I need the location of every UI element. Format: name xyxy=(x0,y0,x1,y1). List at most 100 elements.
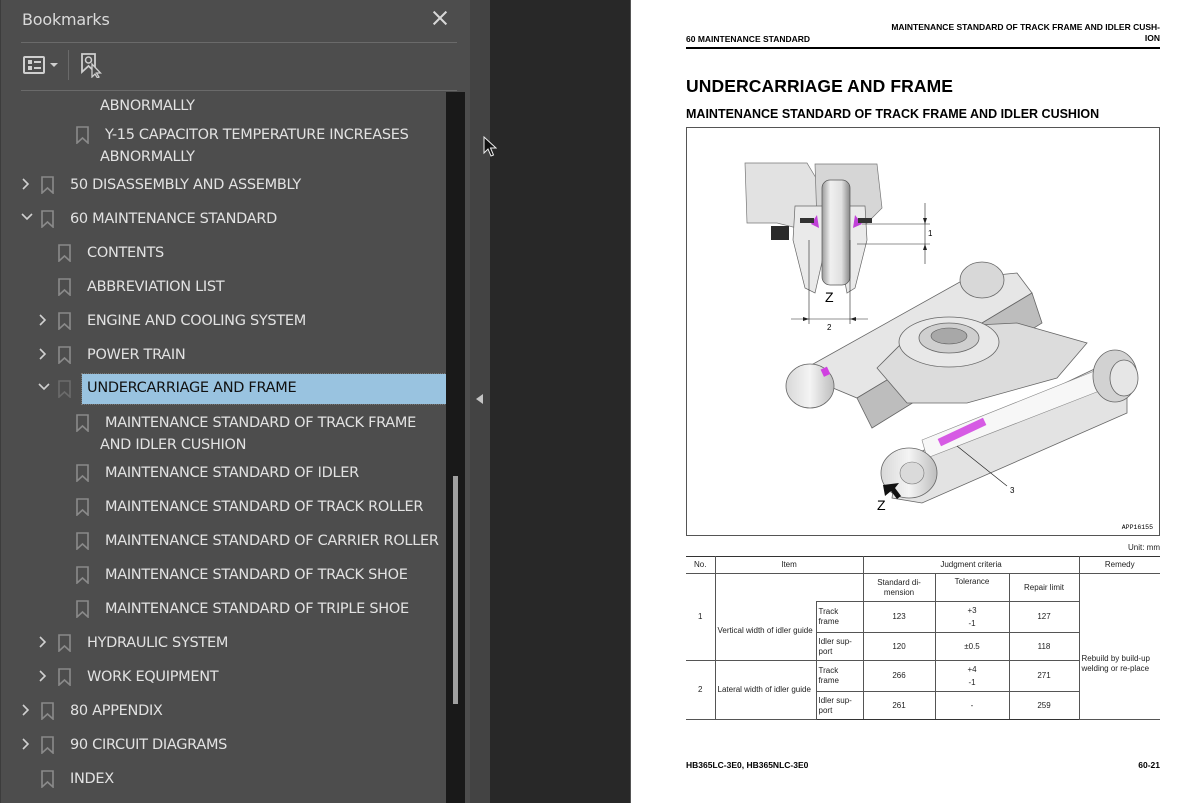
bookmark-item[interactable]: MAINTENANCE STANDARD OF TRIPLE SHOE xyxy=(1,592,446,626)
bookmark-label-continued[interactable]: AND IDLER CUSHION xyxy=(100,434,246,456)
callout-1: 1 xyxy=(928,229,933,238)
bookmark-label[interactable]: POWER TRAIN xyxy=(87,344,186,366)
col-header-repair: Repair limit xyxy=(1008,573,1080,602)
bookmark-label[interactable]: 50 DISASSEMBLY AND ASSEMBLY xyxy=(70,174,301,196)
technical-illustration: 1 2 Z 3 Z APP16155 xyxy=(686,127,1160,536)
bookmark-label[interactable]: ABBREVIATION LIST xyxy=(87,276,225,298)
bookmark-item[interactable]: HYDRAULIC SYSTEM xyxy=(1,626,446,660)
scrollbar-thumb[interactable] xyxy=(453,476,458,704)
view-label-z: Z xyxy=(877,497,886,513)
bookmark-label[interactable]: ENGINE AND COOLING SYSTEM xyxy=(87,310,306,332)
bookmark-item[interactable]: WORK EQUIPMENT xyxy=(1,660,446,694)
bookmark-icon xyxy=(41,736,54,755)
standard-value: 266 xyxy=(862,660,936,692)
bookmark-item[interactable]: ENGINE AND COOLING SYSTEM xyxy=(1,304,446,338)
bookmark-item[interactable]: UNDERCARRIAGE AND FRAME xyxy=(1,372,446,406)
chevron-down-icon xyxy=(50,63,58,67)
row-no: 2 xyxy=(686,660,716,720)
tolerance-plus: +3 xyxy=(967,605,977,615)
bookmark-icon xyxy=(58,312,71,331)
bookmark-item[interactable]: MAINTENANCE STANDARD OF CARRIER ROLLER xyxy=(1,524,446,558)
bookmark-item[interactable]: ABBREVIATION LIST xyxy=(1,270,446,304)
bookmark-icon xyxy=(58,380,71,399)
bookmark-icon xyxy=(76,126,89,145)
bookmark-icon xyxy=(58,244,71,263)
close-icon[interactable] xyxy=(430,8,450,28)
remedy-cell: Rebuild by build-up welding or re-place xyxy=(1078,573,1160,720)
bookmark-item[interactable]: MAINTENANCE STANDARD OF TRACK SHOE xyxy=(1,558,446,592)
chevron-down-icon[interactable] xyxy=(38,372,52,406)
bookmark-item[interactable]: ABNORMALLY xyxy=(1,94,446,118)
bookmark-label[interactable]: 80 APPENDIX xyxy=(70,700,163,722)
chevron-right-icon[interactable] xyxy=(38,660,52,694)
bookmark-label[interactable]: MAINTENANCE STANDARD OF TRACK SHOE xyxy=(105,564,408,586)
panel-title: Bookmarks xyxy=(22,10,110,29)
vertical-scrollbar[interactable] xyxy=(446,92,465,803)
standard-value: 123 xyxy=(862,601,936,633)
bookmark-item[interactable]: CONTENTS xyxy=(1,236,446,270)
bookmark-icon xyxy=(41,702,54,721)
page-number: 60-21 xyxy=(1138,760,1160,770)
bookmark-label[interactable]: WORK EQUIPMENT xyxy=(87,666,219,688)
bookmark-label[interactable]: MAINTENANCE STANDARD OF CARRIER ROLLER xyxy=(105,530,439,552)
bookmark-label[interactable]: CONTENTS xyxy=(87,242,164,264)
bookmark-label[interactable]: MAINTENANCE STANDARD OF TRACK ROLLER xyxy=(105,496,423,518)
chevron-down-icon[interactable] xyxy=(21,202,35,236)
chevron-right-icon[interactable] xyxy=(38,304,52,338)
chevron-right-icon[interactable] xyxy=(21,168,35,202)
bookmark-item[interactable]: POWER TRAIN xyxy=(1,338,446,372)
bookmark-label[interactable]: 90 CIRCUIT DIAGRAMS xyxy=(70,734,227,756)
bookmark-label[interactable]: 60 MAINTENANCE STANDARD xyxy=(70,208,277,230)
tolerance-value: - xyxy=(934,691,1010,720)
chevron-right-icon[interactable] xyxy=(21,728,35,762)
bookmark-item[interactable]: MAINTENANCE STANDARD OF TRACK FRAME AND I… xyxy=(1,406,446,456)
running-header-section: 60 MAINTENANCE STANDARD xyxy=(686,34,811,44)
bookmark-label[interactable]: Y-15 CAPACITOR TEMPERATURE INCREASES xyxy=(105,124,409,146)
bookmark-item[interactable]: 90 CIRCUIT DIAGRAMS xyxy=(1,728,446,762)
col-header-standard: Standard di- mension xyxy=(862,573,936,602)
bookmark-label[interactable]: MAINTENANCE STANDARD OF IDLER xyxy=(105,462,359,484)
chevron-right-icon[interactable] xyxy=(21,694,35,728)
triangle-left-icon[interactable] xyxy=(476,394,483,404)
bookmark-label[interactable]: ABNORMALLY xyxy=(100,95,195,117)
figure-id: APP16155 xyxy=(1121,524,1153,531)
bookmark-label[interactable]: UNDERCARRIAGE AND FRAME xyxy=(81,373,446,405)
bookmark-icon xyxy=(76,600,89,619)
standard-value: 120 xyxy=(862,632,936,661)
tolerance-plus: +4 xyxy=(967,664,977,674)
bookmark-item[interactable]: 60 MAINTENANCE STANDARD xyxy=(1,202,446,236)
undercarriage-drawing: 1 2 Z 3 Z xyxy=(744,162,1139,513)
bookmark-item[interactable]: 80 APPENDIX xyxy=(1,694,446,728)
bookmark-item[interactable]: MAINTENANCE STANDARD OF TRACK ROLLER xyxy=(1,490,446,524)
chevron-right-icon[interactable] xyxy=(38,626,52,660)
bookmark-label[interactable]: INDEX xyxy=(70,768,114,790)
bookmark-item[interactable]: Y-15 CAPACITOR TEMPERATURE INCREASES ABNO… xyxy=(1,118,446,168)
col-header-judgment: Judgment criteria xyxy=(862,556,1080,574)
bookmark-item[interactable]: INDEX xyxy=(1,762,446,796)
footer-model: HB365LC-3E0, HB365NLC-3E0 xyxy=(686,760,809,770)
bookmark-item[interactable]: 50 DISASSEMBLY AND ASSEMBLY xyxy=(1,168,446,202)
header-text: Standard di- mension xyxy=(877,577,921,597)
bookmark-label[interactable]: HYDRAULIC SYSTEM xyxy=(87,632,228,654)
bookmark-item[interactable]: MAINTENANCE STANDARD OF IDLER xyxy=(1,456,446,490)
bookmark-label[interactable]: MAINTENANCE STANDARD OF TRIPLE SHOE xyxy=(105,598,409,620)
view-label-z: Z xyxy=(825,289,834,305)
find-current-bookmark-button[interactable] xyxy=(79,52,105,79)
bookmark-label[interactable]: MAINTENANCE STANDARD OF TRACK FRAME xyxy=(105,412,416,434)
bookmark-icon xyxy=(58,668,71,687)
track-frame-assembly: 3 Z xyxy=(785,261,1139,513)
repair-limit-value: 127 xyxy=(1008,601,1080,633)
find-current-bookmark-icon xyxy=(81,53,103,79)
bookmark-icon xyxy=(76,498,89,517)
detail-view-z: 1 2 Z xyxy=(744,162,933,332)
chevron-right-icon[interactable] xyxy=(38,338,52,372)
bookmark-label-continued[interactable]: ABNORMALLY xyxy=(100,146,195,168)
options-menu-button[interactable] xyxy=(23,54,63,76)
header-line: ION xyxy=(1144,33,1160,43)
row-no: 1 xyxy=(686,573,716,661)
tolerance-value: +3 -1 xyxy=(934,601,1010,633)
repair-limit-value: 259 xyxy=(1008,691,1080,720)
repair-limit-value: 118 xyxy=(1008,632,1080,661)
list-options-icon xyxy=(23,56,45,74)
bookmark-icon xyxy=(58,634,71,653)
